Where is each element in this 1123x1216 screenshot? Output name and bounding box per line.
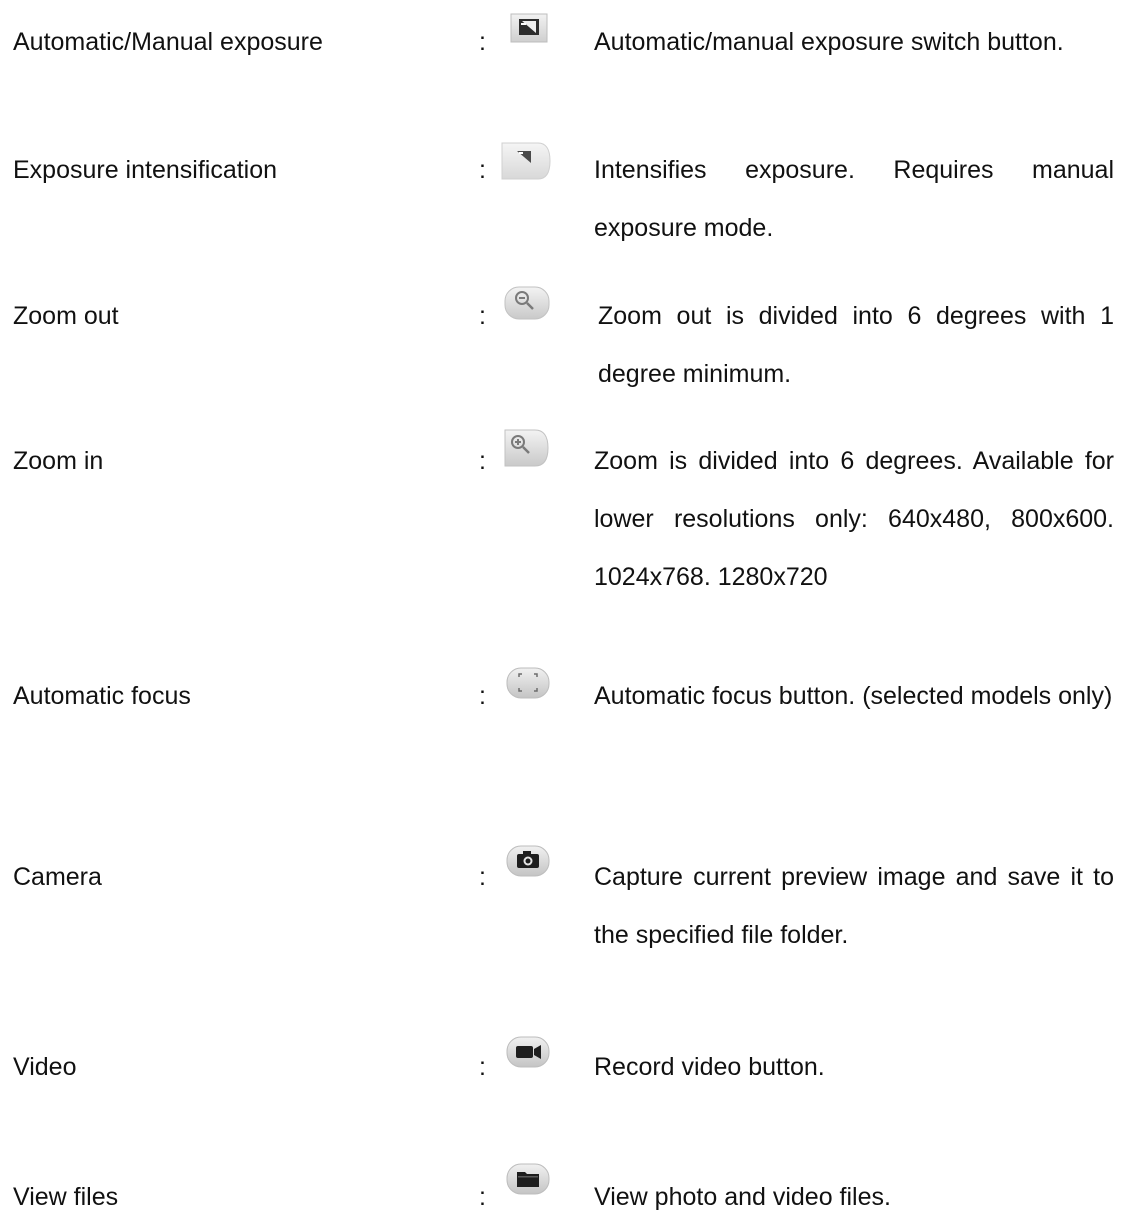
autofocus-icon	[505, 666, 551, 702]
zoom-in-icon	[501, 427, 551, 469]
item-label: Automatic/Manual exposure	[13, 28, 323, 56]
item-description: Automatic focus button. (selected models…	[594, 682, 1113, 710]
zoom-out-icon	[503, 284, 551, 322]
item-label: Automatic focus	[13, 682, 191, 710]
item-description: Intensifies exposure. Requires manual ex…	[594, 156, 1114, 242]
item-description: View photo and video files.	[594, 1183, 891, 1211]
item-colon: :	[479, 1053, 486, 1081]
item-label: Exposure intensification	[13, 156, 278, 184]
item-description: Zoom is divided into 6 degrees. Availabl…	[594, 447, 1114, 591]
item-colon: :	[479, 863, 486, 891]
item-label: Zoom in	[13, 447, 104, 475]
item-description: Capture current preview image and save i…	[594, 863, 1114, 949]
item-description: Zoom out is divided into 6 degrees with …	[598, 302, 1114, 388]
item-label: View files	[13, 1183, 119, 1211]
exposure-intensify-icon	[500, 141, 552, 181]
folder-icon	[505, 1162, 551, 1198]
item-description: Automatic/manual exposure switch button.	[594, 28, 1064, 56]
item-label: Zoom out	[13, 302, 119, 330]
item-colon: :	[479, 28, 486, 56]
item-colon: :	[479, 447, 486, 475]
item-label: Video	[13, 1053, 77, 1081]
item-description: Record video button.	[594, 1053, 825, 1081]
item-colon: :	[479, 302, 486, 330]
exposure-toggle-icon	[510, 13, 548, 43]
item-colon: :	[479, 156, 486, 184]
video-camera-icon	[505, 1035, 551, 1071]
item-label: Camera	[13, 863, 102, 891]
camera-icon	[505, 844, 551, 880]
item-colon: :	[479, 682, 486, 710]
item-colon: :	[479, 1183, 486, 1211]
